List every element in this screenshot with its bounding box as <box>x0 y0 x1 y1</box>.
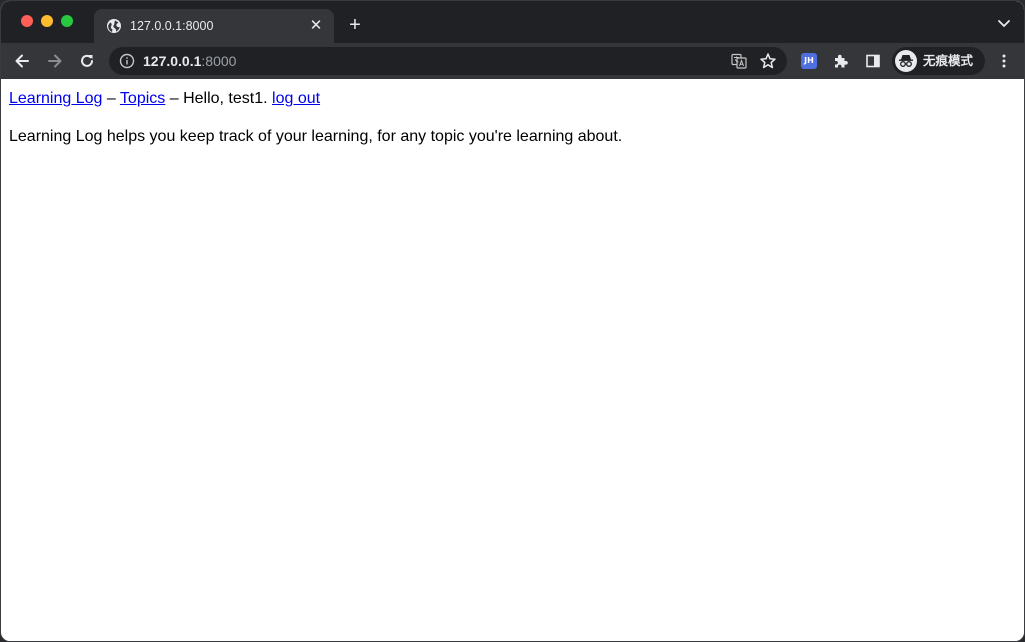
incognito-profile-button[interactable]: 无痕模式 <box>892 47 985 75</box>
side-panel-icon <box>866 54 880 68</box>
extensions-button[interactable] <box>830 50 852 72</box>
browser-window: 127.0.0.1:8000 ✕ + 127.0.0.1:8000 JH 无痕模… <box>0 0 1025 642</box>
new-tab-button[interactable]: + <box>344 14 366 36</box>
address-port: :8000 <box>201 53 237 69</box>
user-greeting: Hello, test1. <box>183 90 273 107</box>
side-panel-button[interactable] <box>862 50 884 72</box>
chevron-down-icon[interactable] <box>996 15 1012 31</box>
incognito-icon <box>899 55 913 67</box>
back-button[interactable] <box>11 50 33 72</box>
forward-button[interactable] <box>44 50 66 72</box>
reload-icon <box>81 54 93 67</box>
arrow-left-icon <box>15 54 29 68</box>
translate-icon[interactable] <box>731 53 747 69</box>
tab-strip: 127.0.0.1:8000 ✕ + <box>1 1 1024 43</box>
page-content: Learning Log – Topics – Hello, test1. lo… <box>1 79 1024 641</box>
tab-title: 127.0.0.1:8000 <box>130 19 214 33</box>
puzzle-icon <box>835 54 848 68</box>
arrow-right-icon <box>48 54 62 68</box>
browser-toolbar: 127.0.0.1:8000 JH 无痕模式 <box>1 43 1024 79</box>
site-nav: Learning Log – Topics – Hello, test1. lo… <box>9 90 1016 108</box>
browser-menu-button[interactable] <box>993 50 1015 72</box>
star-icon[interactable] <box>759 52 777 70</box>
tab-active[interactable]: 127.0.0.1:8000 ✕ <box>94 9 334 43</box>
address-host: 127.0.0.1 <box>143 53 202 69</box>
incognito-avatar <box>895 50 917 72</box>
intro-text: Learning Log helps you keep track of you… <box>9 128 623 145</box>
info-icon[interactable] <box>119 53 135 69</box>
extension-jh-icon[interactable]: JH <box>801 53 817 69</box>
kebab-menu-icon <box>1002 54 1006 68</box>
nav-separator: – <box>165 90 184 107</box>
address-bar[interactable]: 127.0.0.1:8000 <box>109 47 787 75</box>
zoom-window-button[interactable] <box>61 15 73 27</box>
incognito-label: 无痕模式 <box>923 53 974 68</box>
topics-link[interactable]: Topics <box>120 90 165 107</box>
home-link[interactable]: Learning Log <box>9 90 102 107</box>
minimize-window-button[interactable] <box>41 15 53 27</box>
reload-button[interactable] <box>76 50 98 72</box>
address-url[interactable]: 127.0.0.1:8000 <box>143 53 236 69</box>
globe-icon <box>107 19 121 33</box>
nav-separator: – <box>102 90 120 107</box>
logout-link[interactable]: log out <box>272 90 320 107</box>
close-window-button[interactable] <box>21 15 33 27</box>
tab-close-icon[interactable]: ✕ <box>306 16 326 36</box>
